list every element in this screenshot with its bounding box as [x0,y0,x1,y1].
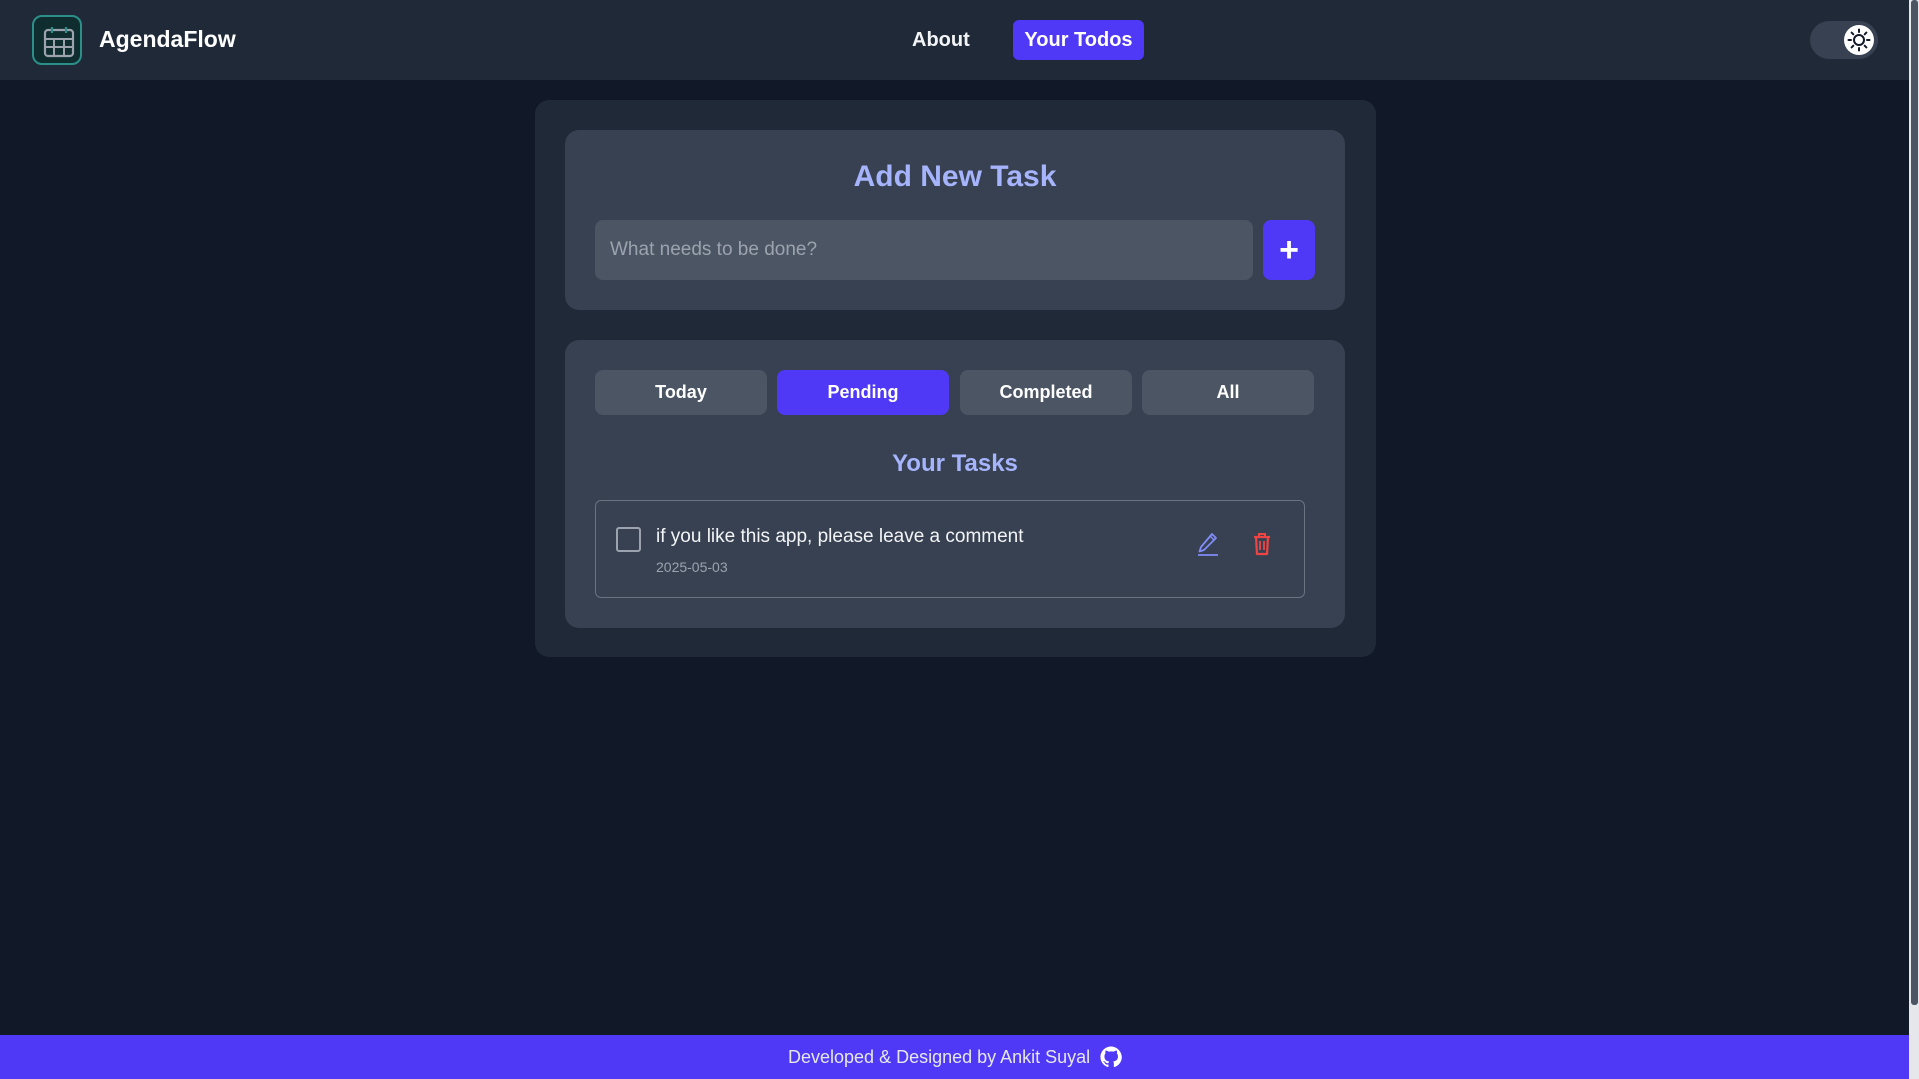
tasks-card: Today Pending Completed All Your Tasks i… [565,340,1345,628]
sun-icon [1847,28,1871,52]
task-input[interactable] [595,220,1253,280]
add-task-button[interactable]: + [1263,220,1315,280]
brand-name: AgendaFlow [99,26,236,52]
main-container: Add New Task + Today Pending Completed A… [535,100,1376,657]
task-date: 2025-05-03 [656,559,728,575]
trash-icon [1254,533,1270,556]
footer-credit: Developed & Designed by Ankit Suyal [788,1047,1091,1067]
add-task-card: Add New Task + [565,130,1345,310]
add-task-title: Add New Task [853,160,1057,193]
github-icon[interactable] [1100,1046,1122,1068]
footer: Developed & Designed by Ankit Suyal [0,1035,1909,1079]
nav-your-todos[interactable]: Your Todos [1013,20,1144,60]
calendar-grid-icon [43,27,75,58]
task-text: if you like this app, please leave a com… [656,526,1024,547]
page: AgendaFlow About Your Todos Add New Task… [0,0,1919,1079]
header: AgendaFlow About Your Todos [0,0,1909,80]
scrollbar-thumb[interactable] [1911,0,1918,1005]
tasks-title: Your Tasks [892,450,1018,477]
edit-task-button[interactable] [1196,531,1220,557]
filter-all[interactable]: All [1142,370,1314,415]
nav-about[interactable]: About [902,20,980,60]
logo[interactable] [32,15,82,65]
task-checkbox[interactable] [616,527,641,552]
task-item: if you like this app, please leave a com… [595,500,1305,598]
delete-task-button[interactable] [1250,531,1274,557]
pencil-icon [1198,533,1218,556]
filter-completed[interactable]: Completed [960,370,1132,415]
filter-pending[interactable]: Pending [777,370,949,415]
theme-toggle-knob [1844,25,1874,55]
theme-toggle[interactable] [1810,21,1878,59]
filter-today[interactable]: Today [595,370,767,415]
